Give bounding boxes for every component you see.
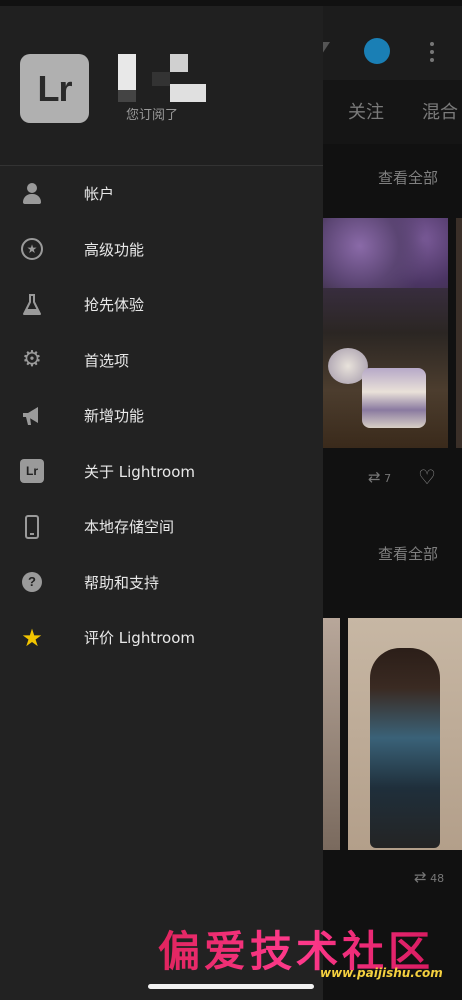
home-indicator[interactable] bbox=[148, 984, 314, 989]
menu-item-label: 抢先体验 bbox=[84, 296, 145, 315]
watermark-url: www.paijishu.com bbox=[320, 966, 443, 980]
share-icon: ⇄ bbox=[414, 868, 427, 886]
share-icon: ⇄ bbox=[368, 468, 381, 486]
megaphone-icon bbox=[20, 404, 44, 428]
menu-item-about-lightroom[interactable]: Lr 关于 Lightroom bbox=[0, 444, 323, 500]
menu-item-early-access[interactable]: 抢先体验 bbox=[0, 277, 323, 333]
photo-strip bbox=[456, 218, 462, 448]
photo-partial bbox=[322, 618, 340, 850]
drawer-header: Lr 您订阅了 bbox=[0, 6, 323, 166]
menu-item-preferences[interactable]: ⚙ 首选项 bbox=[0, 333, 323, 389]
menu-item-label: 高级功能 bbox=[84, 240, 145, 259]
flask-icon bbox=[20, 293, 44, 317]
star-circle-icon: ★ bbox=[20, 237, 44, 261]
help-icon: ? bbox=[20, 570, 44, 594]
tab-following: 关注 bbox=[348, 102, 384, 123]
gear-icon: ⚙ bbox=[22, 347, 42, 373]
menu-item-label: 关于 Lightroom bbox=[84, 462, 196, 481]
profile-avatar bbox=[364, 38, 390, 64]
view-all-link: 查看全部 bbox=[378, 545, 439, 563]
menu-item-label: 帐户 bbox=[84, 185, 115, 204]
more-options-icon bbox=[430, 42, 434, 62]
menu-item-help-support[interactable]: ? 帮助和支持 bbox=[0, 555, 323, 611]
menu-item-account[interactable]: 帐户 bbox=[0, 166, 323, 222]
menu-item-label: 本地存储空间 bbox=[84, 518, 175, 537]
photo-portrait bbox=[348, 618, 462, 850]
lightroom-logo: Lr bbox=[20, 54, 89, 123]
photo-cake bbox=[322, 218, 448, 448]
menu-item-label: 新增功能 bbox=[84, 407, 145, 426]
user-icon bbox=[20, 182, 44, 206]
lightroom-icon: Lr bbox=[20, 459, 44, 484]
share-count: ⇄ 48 bbox=[414, 868, 445, 886]
menu-item-label: 评价 Lightroom bbox=[84, 629, 196, 648]
menu-item-whats-new[interactable]: 新增功能 bbox=[0, 388, 323, 444]
menu-item-local-storage[interactable]: 本地存储空间 bbox=[0, 499, 323, 555]
menu-item-premium-features[interactable]: ★ 高级功能 bbox=[0, 222, 323, 278]
menu-item-label: 首选项 bbox=[84, 351, 130, 370]
user-name-redacted bbox=[118, 54, 208, 106]
heart-icon: ♡ bbox=[418, 465, 436, 489]
star-icon: ★ bbox=[21, 623, 43, 652]
drawer-menu: 帐户 ★ 高级功能 抢先体验 ⚙ 首选项 新增功能 Lr 关于 Lightroo… bbox=[0, 166, 323, 666]
menu-item-label: 帮助和支持 bbox=[84, 573, 160, 592]
view-all-link: 查看全部 bbox=[378, 169, 439, 187]
subscription-label: 您订阅了 bbox=[126, 108, 179, 123]
share-count: ⇄ 7 bbox=[368, 468, 392, 486]
phone-icon bbox=[20, 514, 44, 539]
menu-item-rate-lightroom[interactable]: ★ 评价 Lightroom bbox=[0, 610, 323, 666]
navigation-drawer: Lr 您订阅了 帐户 ★ 高级功能 抢先体验 ⚙ 首选项 新增功能 Lr 关于 … bbox=[0, 6, 323, 1000]
tab-mixed: 混合 bbox=[422, 102, 458, 123]
